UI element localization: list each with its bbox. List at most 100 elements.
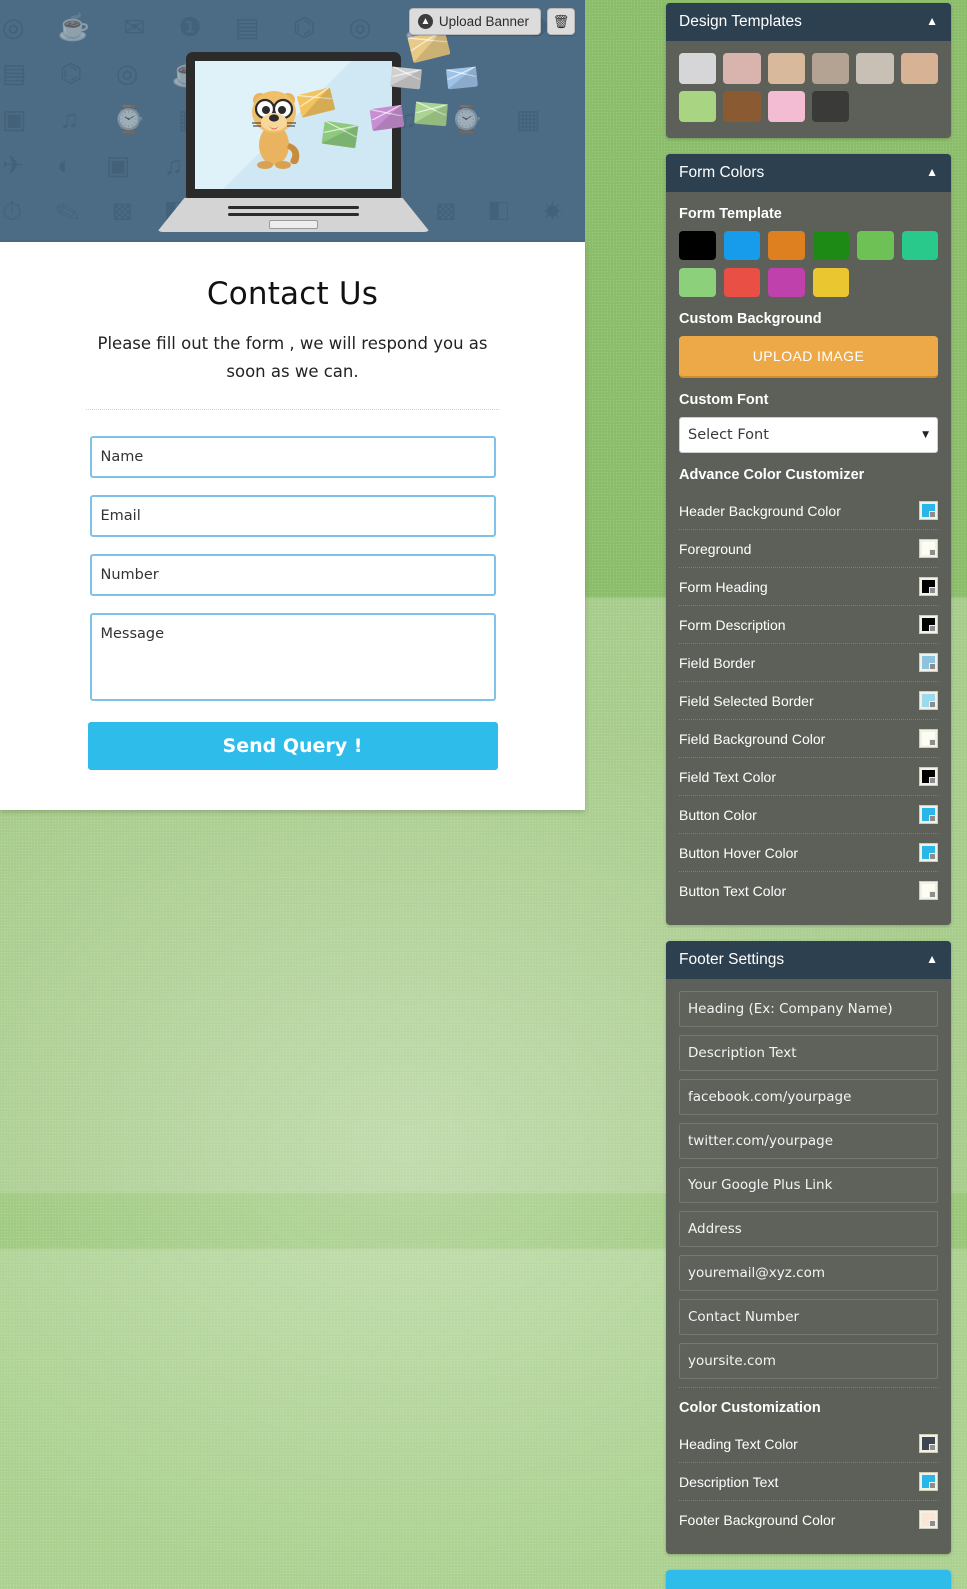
- advance-color-row: Form Description: [679, 606, 938, 644]
- twitter-link-input[interactable]: [679, 1123, 938, 1159]
- color-swatch-icon: [922, 580, 935, 593]
- footer-heading-input[interactable]: [679, 991, 938, 1027]
- advance-color-label: Button Hover Color: [679, 844, 799, 861]
- footer-color-picker[interactable]: [919, 1472, 938, 1491]
- email-input[interactable]: [679, 1255, 938, 1291]
- upload-image-button[interactable]: UPLOAD IMAGE: [679, 336, 938, 378]
- message-field[interactable]: [89, 613, 496, 702]
- footer-settings-title: Footer Settings: [679, 951, 785, 968]
- page-title: Contact Us: [206, 276, 379, 312]
- chevron-up-icon[interactable]: ▲: [926, 165, 938, 179]
- footer-color-row: Description Text: [679, 1463, 938, 1501]
- color-swatch-icon: [922, 732, 935, 745]
- thumb-light-green[interactable]: [679, 91, 717, 122]
- color-swatch-icon: [922, 694, 935, 707]
- advance-color-picker[interactable]: [919, 577, 938, 596]
- advance-color-picker[interactable]: [919, 805, 938, 824]
- save-changes-button[interactable]: SAVE CHANGES: [666, 1570, 951, 1589]
- font-select[interactable]: Select Font ▼: [679, 417, 938, 453]
- advance-color-picker[interactable]: [919, 881, 938, 900]
- advance-color-row: Button Text Color: [679, 872, 938, 909]
- envelope-icon-green: [321, 120, 359, 149]
- advance-color-row: Field Text Color: [679, 758, 938, 796]
- form-template-swatch-9[interactable]: [768, 268, 805, 297]
- advance-color-label: Foreground: [679, 540, 752, 557]
- form-template-swatch-10[interactable]: [812, 268, 849, 297]
- laptop-screen: [195, 61, 392, 189]
- design-templates-header[interactable]: Design Templates ▲: [666, 3, 951, 41]
- advance-color-label: Field Selected Border: [679, 692, 814, 709]
- form-template-swatch-1[interactable]: [679, 231, 716, 260]
- form-template-swatch-5[interactable]: [857, 231, 894, 260]
- design-templates-panel: Design Templates ▲: [666, 3, 951, 138]
- color-swatch-icon: [922, 1437, 935, 1450]
- advance-color-picker[interactable]: [919, 767, 938, 786]
- font-select-value: Select Font: [688, 427, 769, 443]
- banner-actions: ▲ Upload Banner 🗑: [408, 8, 575, 35]
- custom-background-title: Custom Background: [679, 311, 822, 327]
- form-colors-header[interactable]: Form Colors ▲: [666, 154, 951, 192]
- advance-color-label: Header Background Color: [679, 502, 841, 519]
- thumb-woman-smiling[interactable]: [856, 53, 894, 84]
- footer-color-row: Footer Background Color: [679, 1501, 938, 1538]
- trash-icon: 🗑: [552, 13, 570, 29]
- envelope-icon-purple: [369, 104, 405, 132]
- color-swatch-icon: [922, 504, 935, 517]
- name-field[interactable]: [89, 436, 496, 479]
- footer-settings-header[interactable]: Footer Settings ▲: [666, 941, 951, 979]
- address-input[interactable]: [679, 1211, 938, 1247]
- advance-color-picker[interactable]: [919, 539, 938, 558]
- color-swatch-icon: [922, 542, 935, 555]
- footer-description-input[interactable]: [679, 1035, 938, 1071]
- footer-color-picker[interactable]: [919, 1510, 938, 1529]
- color-swatch-icon: [922, 1475, 935, 1488]
- form-template-swatch-6[interactable]: [901, 231, 938, 260]
- color-swatch-icon: [922, 618, 935, 631]
- thumb-tan-texture[interactable]: [767, 53, 805, 84]
- thumb-city-street[interactable]: [811, 53, 850, 84]
- number-field[interactable]: [89, 554, 496, 597]
- custom-font-title: Custom Font: [679, 392, 769, 408]
- form-template-swatch-4[interactable]: [812, 231, 849, 260]
- thumb-flowers[interactable]: [900, 53, 938, 84]
- footer-inputs-list: [679, 991, 938, 1379]
- color-swatch-icon: [922, 1513, 935, 1526]
- advance-color-picker[interactable]: [919, 843, 938, 862]
- advance-color-picker[interactable]: [919, 691, 938, 710]
- upload-banner-button[interactable]: ▲ Upload Banner: [408, 8, 541, 35]
- thumb-pink-ring[interactable]: [767, 91, 805, 122]
- footer-color-picker[interactable]: [919, 1434, 938, 1453]
- advance-color-picker[interactable]: [919, 501, 938, 520]
- chevron-up-icon[interactable]: ▲: [926, 14, 938, 28]
- footer-color-rows: Heading Text Color Description Text Footer…: [679, 1425, 938, 1538]
- advance-color-rows: Header Background Color Foreground Form He…: [679, 492, 938, 909]
- thumb-dark-texture[interactable]: [811, 91, 850, 122]
- color-swatch-icon: [922, 846, 935, 859]
- google-plus-link-input[interactable]: [679, 1167, 938, 1203]
- advance-color-row: Button Hover Color: [679, 834, 938, 872]
- website-input[interactable]: [679, 1343, 938, 1379]
- form-preview: ◎ ☕ ✉ ❶ ▤ ⌬ ◎ ☕ ✉ ❶ ▤ ⌬ ◎ ☕ ▣ ♫ ⌚ ▦ ✈ ◐ …: [0, 0, 585, 811]
- form-template-swatch-3[interactable]: [768, 231, 805, 260]
- delete-banner-button[interactable]: 🗑: [547, 8, 575, 35]
- advance-color-picker[interactable]: [919, 653, 938, 672]
- form-template-swatch-2[interactable]: [723, 231, 760, 260]
- form-template-swatch-7[interactable]: [679, 268, 716, 297]
- send-query-button[interactable]: Send Query !: [87, 722, 498, 771]
- lion-mascot-icon: [235, 79, 313, 171]
- advance-color-picker[interactable]: [919, 729, 938, 748]
- envelope-icon-blue: [446, 66, 478, 90]
- email-field[interactable]: [89, 495, 496, 538]
- thumb-man-hat[interactable]: [723, 91, 761, 122]
- chevron-up-icon[interactable]: ▲: [926, 952, 938, 966]
- facebook-link-input[interactable]: [679, 1079, 938, 1115]
- upload-circle-icon: ▲: [417, 14, 433, 29]
- thumb-placeholder-gray[interactable]: [679, 53, 717, 84]
- form-template-swatch-8[interactable]: [723, 268, 760, 297]
- contact-number-input[interactable]: [679, 1299, 938, 1335]
- advance-color-picker[interactable]: [919, 615, 938, 634]
- footer-color-label: Footer Background Color: [679, 1511, 836, 1528]
- thumb-eiffel-tower[interactable]: [723, 53, 761, 84]
- footer-settings-panel: Footer Settings ▲ Color Customization He…: [666, 941, 951, 1554]
- advance-color-row: Button Color: [679, 796, 938, 834]
